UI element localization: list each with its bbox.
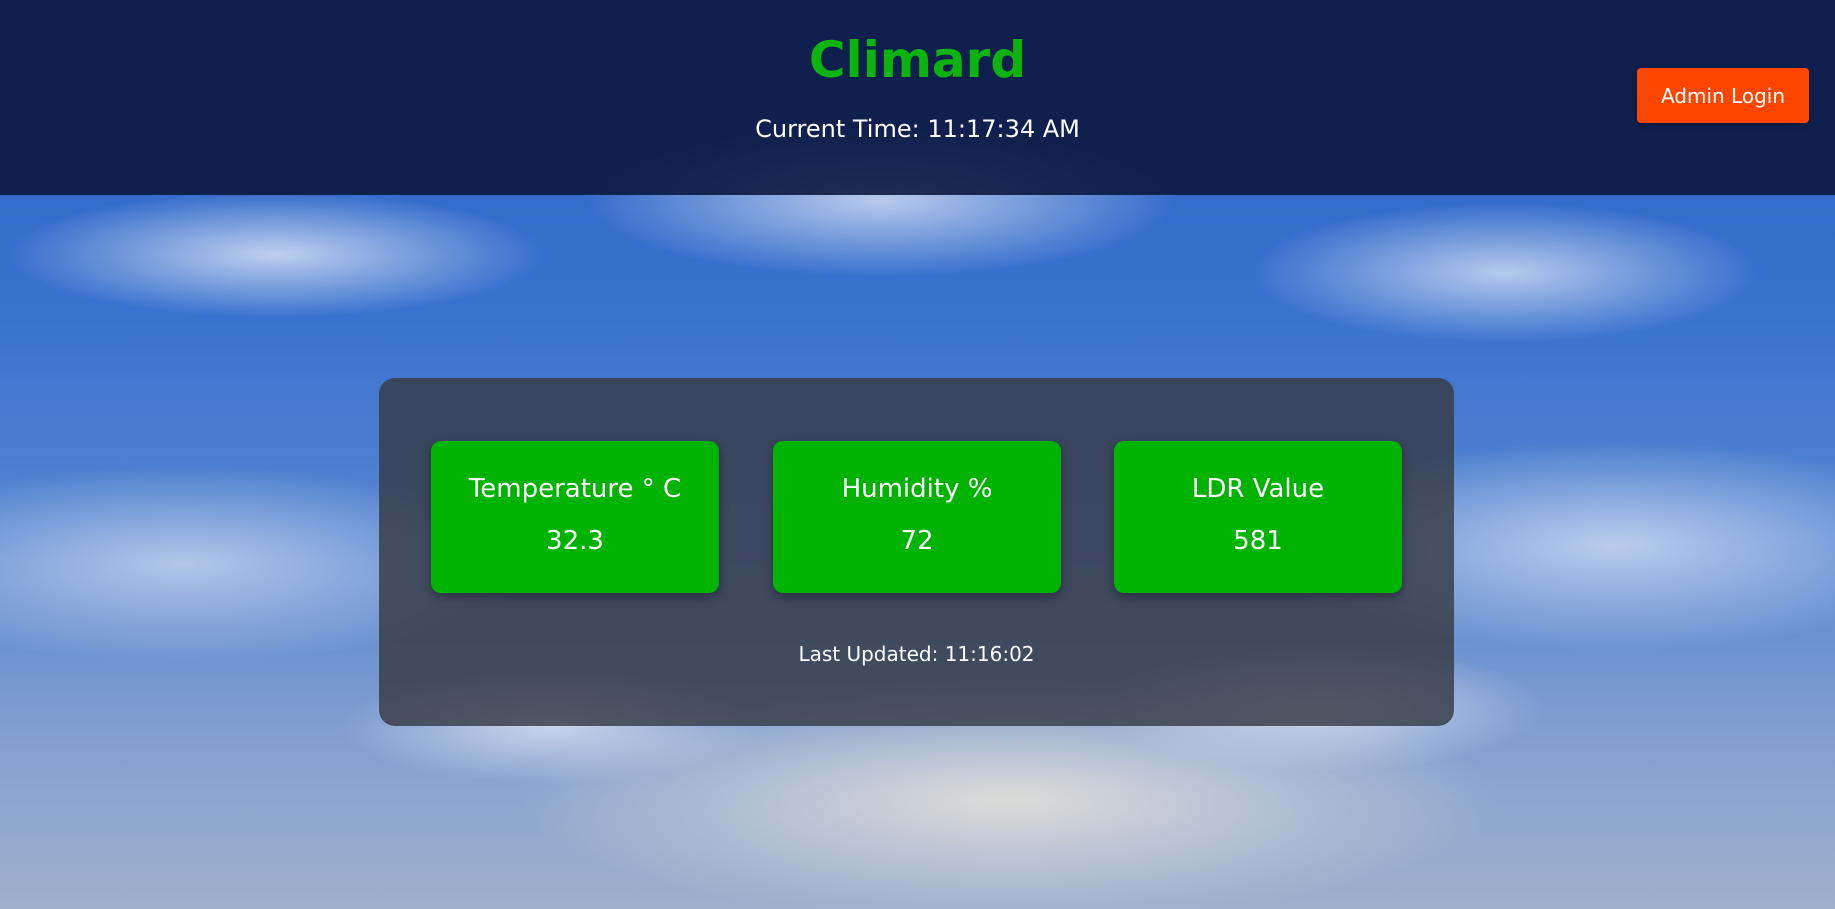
ldr-label: LDR Value — [1191, 474, 1325, 504]
humidity-label: Humidity % — [841, 474, 993, 504]
temperature-label: Temperature ° C — [468, 474, 682, 504]
ldr-value: 581 — [1233, 526, 1283, 556]
humidity-card: Humidity % 72 — [773, 441, 1061, 593]
current-time: Current Time: 11:17:34 AM — [755, 115, 1080, 143]
ldr-card: LDR Value 581 — [1114, 441, 1402, 593]
admin-login-button[interactable]: Admin Login — [1637, 68, 1809, 123]
last-updated: Last Updated: 11:16:02 — [798, 642, 1035, 666]
header-bar: Climard Current Time: 11:17:34 AM Admin … — [0, 0, 1835, 195]
sensor-panel: Temperature ° C 32.3 Humidity % 72 LDR V… — [379, 378, 1454, 726]
humidity-value: 72 — [900, 526, 934, 556]
temperature-card: Temperature ° C 32.3 — [431, 441, 719, 593]
temperature-value: 32.3 — [546, 526, 604, 556]
app-title: Climard — [808, 31, 1027, 89]
